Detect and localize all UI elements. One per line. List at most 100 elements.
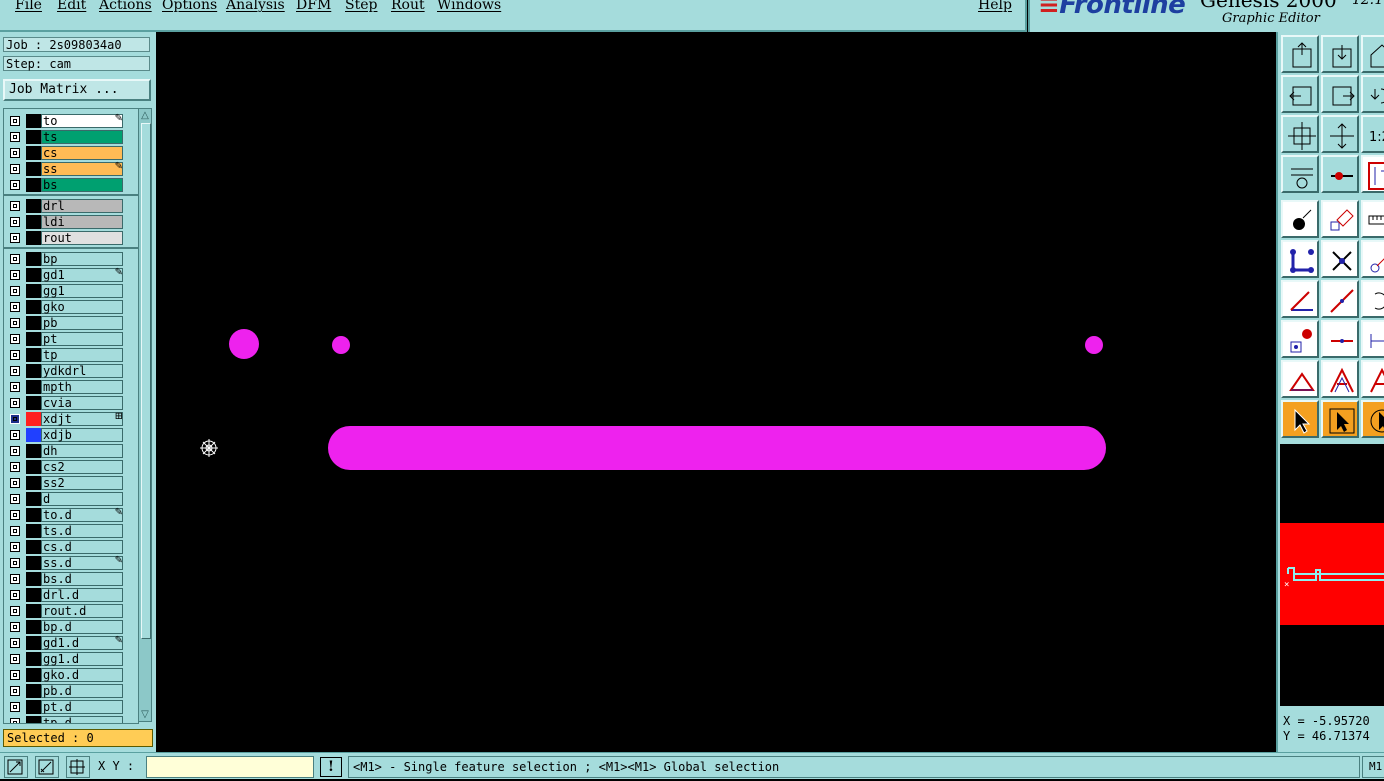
layer-row-bs[interactable]: bs bbox=[4, 177, 138, 193]
layer-name[interactable]: xdjt bbox=[41, 412, 123, 426]
layer-checkbox[interactable] bbox=[10, 116, 20, 126]
layer-row-rout[interactable]: rout bbox=[4, 230, 138, 246]
layer-checkbox[interactable] bbox=[10, 217, 20, 227]
layer-checkbox[interactable] bbox=[10, 558, 20, 568]
layer-row-xdjt[interactable]: xdjt ⊞ bbox=[4, 411, 138, 427]
layer-color-swatch[interactable] bbox=[26, 668, 41, 682]
measure-icon[interactable] bbox=[1361, 200, 1384, 238]
layer-color-swatch[interactable] bbox=[26, 540, 41, 554]
layer-row-bp-d[interactable]: bp.d bbox=[4, 619, 138, 635]
layer-checkbox[interactable] bbox=[10, 478, 20, 488]
slot-feature[interactable] bbox=[328, 426, 1106, 470]
layer-row-ts-d[interactable]: ts.d bbox=[4, 523, 138, 539]
layer-checkbox[interactable] bbox=[10, 164, 20, 174]
zoom-fit-icon[interactable] bbox=[1281, 115, 1319, 153]
layer-name[interactable]: ss2 bbox=[41, 476, 123, 490]
layer-color-swatch[interactable] bbox=[26, 604, 41, 618]
menu-rout[interactable]: Rout bbox=[391, 0, 425, 13]
layer-checkbox[interactable] bbox=[10, 302, 20, 312]
layer-name[interactable]: gg1.d bbox=[41, 652, 123, 666]
layer-name[interactable]: ss.d bbox=[41, 556, 123, 570]
layer-name[interactable]: tp.d bbox=[41, 716, 123, 723]
nodes-icon[interactable] bbox=[1281, 240, 1319, 278]
minimap[interactable]: × bbox=[1280, 444, 1384, 706]
layer-checkbox[interactable] bbox=[10, 462, 20, 472]
connect-icon[interactable] bbox=[1321, 155, 1359, 193]
layer-checkbox[interactable] bbox=[10, 233, 20, 243]
layer-name[interactable]: gko.d bbox=[41, 668, 123, 682]
zoom-icon[interactable] bbox=[4, 756, 28, 778]
home-icon[interactable] bbox=[1361, 35, 1384, 73]
layer-checkbox[interactable] bbox=[10, 542, 20, 552]
select-arrow-icon[interactable] bbox=[1281, 400, 1319, 438]
layer-row-bs-d[interactable]: bs.d bbox=[4, 571, 138, 587]
grid-icon[interactable] bbox=[66, 756, 90, 778]
layer-checkbox[interactable] bbox=[10, 180, 20, 190]
layer-name[interactable]: tp bbox=[41, 348, 123, 362]
layer-color-swatch[interactable] bbox=[26, 215, 41, 229]
line-icon[interactable] bbox=[1321, 280, 1359, 318]
layer-row-ydkdrl[interactable]: ydkdrl bbox=[4, 363, 138, 379]
layer-row-rout-d[interactable]: rout.d bbox=[4, 603, 138, 619]
layer-color-swatch[interactable] bbox=[26, 268, 41, 282]
layer-color-swatch[interactable] bbox=[26, 364, 41, 378]
layer-name[interactable]: ss bbox=[41, 162, 123, 176]
layer-color-swatch[interactable] bbox=[26, 396, 41, 410]
menu-options[interactable]: Options bbox=[162, 0, 217, 13]
layer-color-swatch[interactable] bbox=[26, 460, 41, 474]
snap-angle-icon[interactable] bbox=[35, 756, 59, 778]
layer-row-tp[interactable]: tp bbox=[4, 347, 138, 363]
layer-color-swatch[interactable] bbox=[26, 284, 41, 298]
minus-icon[interactable] bbox=[1321, 320, 1359, 358]
layer-row-cvia[interactable]: cvia bbox=[4, 395, 138, 411]
layer-row-to-d[interactable]: to.d ✎ bbox=[4, 507, 138, 523]
layer-name[interactable]: rout bbox=[41, 231, 123, 245]
layer-checkbox[interactable] bbox=[10, 606, 20, 616]
layer-color-swatch[interactable] bbox=[26, 252, 41, 266]
layer-row-tp-d[interactable]: tp.d bbox=[4, 715, 138, 723]
layer-row-bp[interactable]: bp bbox=[4, 251, 138, 267]
pad-small-left[interactable] bbox=[332, 336, 350, 354]
font-icon[interactable] bbox=[1361, 360, 1384, 398]
layer-name[interactable]: dh bbox=[41, 444, 123, 458]
layer-checkbox[interactable] bbox=[10, 686, 20, 696]
layer-color-swatch[interactable] bbox=[26, 572, 41, 586]
layer-row-pt[interactable]: pt bbox=[4, 331, 138, 347]
dimension-icon[interactable] bbox=[1361, 320, 1384, 358]
layer-row-cs-d[interactable]: cs.d bbox=[4, 539, 138, 555]
layer-row-gd1-d[interactable]: gd1.d ✎ bbox=[4, 635, 138, 651]
layer-color-swatch[interactable] bbox=[26, 684, 41, 698]
layer-color-swatch[interactable] bbox=[26, 199, 41, 213]
layer-name[interactable]: xdjb bbox=[41, 428, 123, 442]
layer-checkbox[interactable] bbox=[10, 526, 20, 536]
arc-icon[interactable] bbox=[1361, 280, 1384, 318]
layer-name[interactable]: rout.d bbox=[41, 604, 123, 618]
layer-checkbox[interactable] bbox=[10, 132, 20, 142]
layer-color-swatch[interactable] bbox=[26, 146, 41, 160]
layer-color-swatch[interactable] bbox=[26, 428, 41, 442]
pad-icon[interactable] bbox=[1281, 320, 1319, 358]
layers-icon[interactable] bbox=[1361, 155, 1384, 193]
zoom-ratio-icon[interactable]: 1:2 bbox=[1361, 115, 1384, 153]
layer-row-ss-d[interactable]: ss.d ✎ bbox=[4, 555, 138, 571]
layer-color-swatch[interactable] bbox=[26, 444, 41, 458]
layer-checkbox[interactable] bbox=[10, 430, 20, 440]
layer-row-cs2[interactable]: cs2 bbox=[4, 459, 138, 475]
zoom-center-icon[interactable] bbox=[1321, 115, 1359, 153]
layer-row-gg1[interactable]: gg1 bbox=[4, 283, 138, 299]
layer-row-gko[interactable]: gko bbox=[4, 299, 138, 315]
menu-file[interactable]: File bbox=[15, 0, 42, 13]
scroll-up-arrow-icon[interactable]: △ bbox=[140, 110, 150, 122]
export-icon[interactable] bbox=[1281, 35, 1319, 73]
layer-name[interactable]: pt.d bbox=[41, 700, 123, 714]
scroll-thumb[interactable] bbox=[141, 123, 151, 639]
menu-windows[interactable]: Windows bbox=[437, 0, 501, 13]
layer-color-swatch[interactable] bbox=[26, 412, 41, 426]
layer-checkbox[interactable] bbox=[10, 398, 20, 408]
layer-name[interactable]: bp bbox=[41, 252, 123, 266]
layer-color-swatch[interactable] bbox=[26, 620, 41, 634]
layer-checkbox[interactable] bbox=[10, 382, 20, 392]
layer-checkbox[interactable] bbox=[10, 510, 20, 520]
layer-checkbox[interactable] bbox=[10, 638, 20, 648]
layer-name[interactable]: bp.d bbox=[41, 620, 123, 634]
